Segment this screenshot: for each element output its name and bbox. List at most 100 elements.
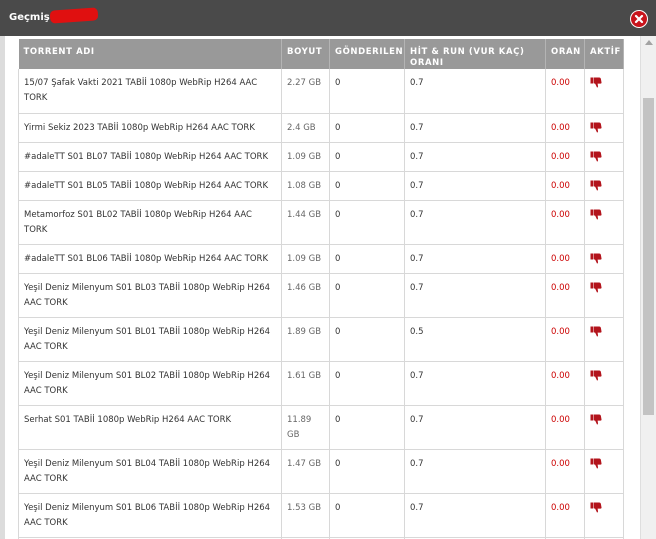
torrent-name: Yeşil Deniz Milenyum S01 BL01 TABİİ 1080…	[18, 317, 282, 362]
thumbs-down-icon	[590, 370, 602, 381]
torrent-name: Yeşil Deniz Milenyum S01 BL03 TABİİ 1080…	[18, 273, 282, 318]
header-ratio[interactable]: ORAN	[545, 39, 585, 69]
torrent-hnr-ratio: 0.7	[404, 493, 546, 538]
torrent-name: Serhat S01 TABİİ 1080p WebRip H264 AAC T…	[18, 405, 282, 450]
close-button[interactable]	[630, 10, 648, 28]
torrent-sent: 0	[329, 142, 405, 172]
torrent-hnr-ratio: 0.7	[404, 69, 546, 114]
window-title: Geçmiş:	[9, 12, 54, 23]
thumbs-down-icon	[590, 122, 602, 133]
torrent-ratio: 0.00	[545, 317, 585, 362]
torrent-ratio: 0.00	[545, 405, 585, 450]
thumbs-down-icon	[590, 77, 602, 88]
torrent-name: Yirmi Sekiz 2023 TABİİ 1080p WebRip H264…	[18, 113, 282, 143]
torrent-size: 1.47 GB	[281, 449, 330, 494]
torrent-size: 1.61 GB	[281, 361, 330, 406]
torrent-name: #adaleTT S01 BL06 TABİİ 1080p WebRip H26…	[18, 244, 282, 274]
torrent-sent: 0	[329, 171, 405, 201]
torrent-sent: 0	[329, 273, 405, 318]
torrent-sent: 0	[329, 361, 405, 406]
torrent-name: 15/07 Şafak Vakti 2021 TABİİ 1080p WebRi…	[18, 69, 282, 114]
torrent-sent: 0	[329, 113, 405, 143]
torrent-active	[584, 142, 624, 172]
table-row: #adaleTT S01 BL05 TABİİ 1080p WebRip H26…	[18, 171, 624, 201]
torrent-name: #adaleTT S01 BL07 TABİİ 1080p WebRip H26…	[18, 142, 282, 172]
torrent-active	[584, 200, 624, 245]
torrent-sent: 0	[329, 317, 405, 362]
table-row: Yeşil Deniz Milenyum S01 BL02 TABİİ 1080…	[18, 361, 624, 406]
torrent-name: Metamorfoz S01 BL02 TABİİ 1080p WebRip H…	[18, 200, 282, 245]
torrent-active	[584, 317, 624, 362]
table-body: 15/07 Şafak Vakti 2021 TABİİ 1080p WebRi…	[18, 69, 624, 539]
torrent-size: 11.89 GB	[281, 405, 330, 450]
torrent-active	[584, 244, 624, 274]
header-hit-and-run[interactable]: HİT & RUN (VUR KAÇ) ORANI	[404, 39, 546, 69]
table-row: #adaleTT S01 BL06 TABİİ 1080p WebRip H26…	[18, 244, 624, 274]
thumbs-down-icon	[590, 502, 602, 513]
header-active[interactable]: AKTİF	[584, 39, 624, 69]
torrent-active	[584, 273, 624, 318]
torrent-name: Yeşil Deniz Milenyum S01 BL06 TABİİ 1080…	[18, 493, 282, 538]
torrent-active	[584, 405, 624, 450]
torrent-sent: 0	[329, 405, 405, 450]
table-row: Yeşil Deniz Milenyum S01 BL03 TABİİ 1080…	[18, 273, 624, 318]
torrent-name: Yeşil Deniz Milenyum S01 BL02 TABİİ 1080…	[18, 361, 282, 406]
torrent-size: 1.09 GB	[281, 244, 330, 274]
torrent-size: 1.46 GB	[281, 273, 330, 318]
torrent-sent: 0	[329, 69, 405, 114]
torrent-sent: 0	[329, 449, 405, 494]
thumbs-down-icon	[590, 414, 602, 425]
table-header-row: TORRENT ADI BOYUT GÖNDERILEN HİT & RUN (…	[18, 39, 624, 69]
header-sent[interactable]: GÖNDERILEN	[329, 39, 405, 69]
vertical-scrollbar[interactable]	[640, 36, 656, 539]
torrent-ratio: 0.00	[545, 171, 585, 201]
redacted-username	[49, 7, 99, 24]
table-row: #adaleTT S01 BL07 TABİİ 1080p WebRip H26…	[18, 142, 624, 172]
history-panel: TORRENT ADI BOYUT GÖNDERILEN HİT & RUN (…	[5, 36, 640, 539]
close-icon	[634, 14, 644, 24]
table-row: 15/07 Şafak Vakti 2021 TABİİ 1080p WebRi…	[18, 69, 624, 114]
torrent-hnr-ratio: 0.7	[404, 273, 546, 318]
thumbs-down-icon	[590, 209, 602, 220]
scroll-up-arrow-icon[interactable]	[645, 40, 653, 45]
torrent-hnr-ratio: 0.7	[404, 200, 546, 245]
torrent-sent: 0	[329, 200, 405, 245]
torrent-hnr-ratio: 0.7	[404, 142, 546, 172]
torrent-size: 2.27 GB	[281, 69, 330, 114]
torrent-ratio: 0.00	[545, 244, 585, 274]
torrent-ratio: 0.00	[545, 493, 585, 538]
torrent-size: 1.89 GB	[281, 317, 330, 362]
torrent-sent: 0	[329, 244, 405, 274]
torrent-size: 1.08 GB	[281, 171, 330, 201]
scrollbar-thumb[interactable]	[643, 98, 654, 415]
torrent-hnr-ratio: 0.7	[404, 244, 546, 274]
table-row: Yeşil Deniz Milenyum S01 BL01 TABİİ 1080…	[18, 317, 624, 362]
table-row: Serhat S01 TABİİ 1080p WebRip H264 AAC T…	[18, 405, 624, 450]
torrent-name: Yeşil Deniz Milenyum S01 BL04 TABİİ 1080…	[18, 449, 282, 494]
torrent-ratio: 0.00	[545, 273, 585, 318]
torrent-hnr-ratio: 0.7	[404, 171, 546, 201]
torrent-active	[584, 113, 624, 143]
torrent-ratio: 0.00	[545, 361, 585, 406]
table-row: Yeşil Deniz Milenyum S01 BL04 TABİİ 1080…	[18, 449, 624, 494]
torrent-hnr-ratio: 0.7	[404, 449, 546, 494]
torrent-active	[584, 449, 624, 494]
torrent-size: 2.4 GB	[281, 113, 330, 143]
header-torrent-name[interactable]: TORRENT ADI	[18, 39, 282, 69]
torrent-hnr-ratio: 0.7	[404, 361, 546, 406]
torrent-sent: 0	[329, 493, 405, 538]
torrent-active	[584, 493, 624, 538]
torrent-ratio: 0.00	[545, 142, 585, 172]
table-row: Yeşil Deniz Milenyum S01 BL06 TABİİ 1080…	[18, 493, 624, 538]
table-row: Metamorfoz S01 BL02 TABİİ 1080p WebRip H…	[18, 200, 624, 245]
header-size[interactable]: BOYUT	[281, 39, 330, 69]
torrent-size: 1.44 GB	[281, 200, 330, 245]
torrent-active	[584, 361, 624, 406]
torrent-active	[584, 69, 624, 114]
thumbs-down-icon	[590, 282, 602, 293]
torrent-active	[584, 171, 624, 201]
torrent-hnr-ratio: 0.7	[404, 113, 546, 143]
window-titlebar: Geçmiş:	[0, 0, 656, 37]
torrent-hnr-ratio: 0.5	[404, 317, 546, 362]
torrent-name: #adaleTT S01 BL05 TABİİ 1080p WebRip H26…	[18, 171, 282, 201]
